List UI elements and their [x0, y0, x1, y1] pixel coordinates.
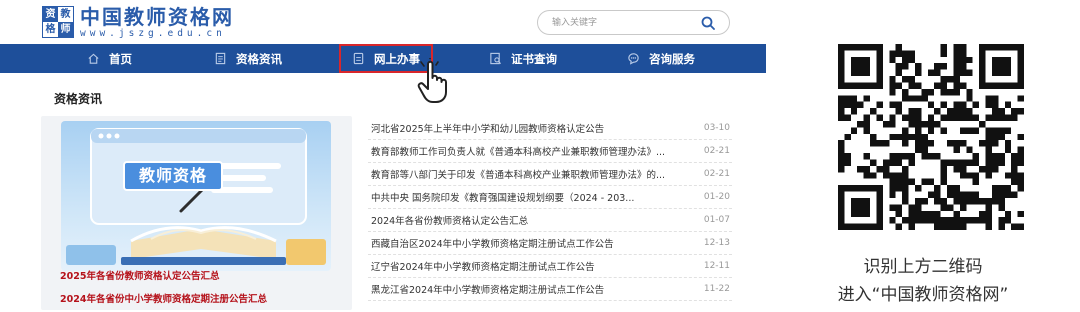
- promo-panel: 教师资格 2025年各省份教师资格认定公告汇总 2024年各省份中小学教师资格定…: [41, 116, 352, 310]
- nav-label: 网上办事: [374, 51, 420, 66]
- news-item[interactable]: 辽宁省2024年中小学教师资格定期注册试点工作公告 12-11: [368, 255, 732, 278]
- main-nav: 首页 资格资讯 网上办事 证书查询 咨询服务: [0, 44, 766, 73]
- site-url: www.jszg.edu.cn: [80, 27, 226, 39]
- news-title: 辽宁省2024年中小学教师资格定期注册试点工作公告: [371, 262, 595, 273]
- logo-char: 教: [58, 7, 73, 22]
- news-item[interactable]: 黑龙江省2024年中小学教师资格定期注册试点工作公告 11-22: [368, 278, 732, 301]
- nav-label: 资格资讯: [236, 51, 282, 66]
- news-title: 中共中央 国务院印发《教育强国建设规划纲要（2024 - 203...: [371, 193, 635, 204]
- logo-char: 资: [43, 7, 58, 22]
- news-list: 河北省2025年上半年中小学和幼儿园教师资格认定公告 03-10 教育部教师工作…: [368, 117, 732, 301]
- news-date: 01-07: [703, 215, 730, 225]
- news-title: 教育部等八部门关于印发《普通本科高校产业兼职教师管理办法》的...: [371, 170, 666, 181]
- teacher-qualification-banner[interactable]: 教师资格: [61, 121, 331, 271]
- promo-link[interactable]: 2025年各省份教师资格认定公告汇总: [60, 268, 219, 282]
- nav-label: 首页: [109, 51, 132, 66]
- document-icon: [353, 52, 364, 65]
- banner-illustration: [66, 128, 326, 265]
- news-icon: [215, 52, 226, 65]
- search-icon[interactable]: [701, 16, 715, 30]
- banner-card-text: 教师资格: [123, 161, 223, 191]
- nav-item-consulting[interactable]: 咨询服务: [627, 44, 695, 73]
- news-item[interactable]: 中共中央 国务院印发《教育强国建设规划纲要（2024 - 203... 01-2…: [368, 186, 732, 209]
- nav-item-news[interactable]: 资格资讯: [214, 44, 282, 73]
- site-title: 中国教师资格网: [80, 4, 234, 29]
- chat-icon: [628, 53, 639, 65]
- news-date: 11-22: [703, 284, 730, 294]
- qr-code-icon: [838, 44, 1024, 230]
- nav-label: 证书查询: [511, 51, 557, 66]
- search-input[interactable]: [552, 14, 692, 31]
- section-title: 资格资讯: [54, 92, 103, 106]
- home-icon: [88, 53, 99, 64]
- news-date: 02-21: [703, 146, 730, 156]
- nav-item-certificate-query[interactable]: 证书查询: [489, 44, 557, 73]
- qr-caption-line1: 识别上方二维码: [863, 257, 983, 277]
- qr-caption-line2: 进入“中国教师资格网”: [837, 285, 1009, 305]
- site-logo[interactable]: 资 教 格 师 中国教师资格网 www.jszg.edu.cn: [42, 4, 234, 40]
- news-item[interactable]: 2024年各省份教师资格认定公告汇总 01-07: [368, 209, 732, 232]
- news-item[interactable]: 西藏自治区2024年中小学教师资格定期注册试点工作公告 12-13: [368, 232, 732, 255]
- news-title: 教育部教师工作司负责人就《普通本科高校产业兼职教师管理办法》...: [371, 147, 666, 158]
- search-box: [537, 10, 730, 35]
- news-date: 03-10: [703, 123, 730, 133]
- site-header: 资 教 格 师 中国教师资格网 www.jszg.edu.cn: [0, 0, 766, 44]
- news-title: 黑龙江省2024年中小学教师资格定期注册试点工作公告: [371, 285, 605, 296]
- logo-mark: 资 教 格 师: [42, 6, 74, 38]
- nav-item-online-service[interactable]: 网上办事: [339, 44, 433, 73]
- website-screenshot: 资 教 格 师 中国教师资格网 www.jszg.edu.cn 首页: [0, 0, 766, 312]
- pointing-hand-cursor-icon: [417, 58, 447, 103]
- certificate-search-icon: [490, 52, 502, 65]
- news-item[interactable]: 河北省2025年上半年中小学和幼儿园教师资格认定公告 03-10: [368, 117, 732, 140]
- news-date: 02-21: [703, 169, 730, 179]
- news-item[interactable]: 教育部等八部门关于印发《普通本科高校产业兼职教师管理办法》的... 02-21: [368, 163, 732, 186]
- promo-link[interactable]: 2024年各省份中小学教师资格定期注册公告汇总: [60, 291, 267, 305]
- news-title: 2024年各省份教师资格认定公告汇总: [371, 216, 529, 227]
- news-title: 河北省2025年上半年中小学和幼儿园教师资格认定公告: [371, 124, 605, 135]
- nav-item-home[interactable]: 首页: [87, 44, 132, 73]
- news-item[interactable]: 教育部教师工作司负责人就《普通本科高校产业兼职教师管理办法》... 02-21: [368, 140, 732, 163]
- news-date: 01-20: [703, 192, 730, 202]
- nav-label: 咨询服务: [649, 51, 695, 66]
- logo-char: 师: [58, 22, 73, 37]
- qr-panel: 识别上方二维码 进入“中国教师资格网”: [766, 0, 1080, 312]
- news-title: 西藏自治区2024年中小学教师资格定期注册试点工作公告: [371, 239, 614, 250]
- logo-char: 格: [43, 22, 58, 37]
- news-date: 12-11: [703, 261, 730, 271]
- news-date: 12-13: [703, 238, 730, 248]
